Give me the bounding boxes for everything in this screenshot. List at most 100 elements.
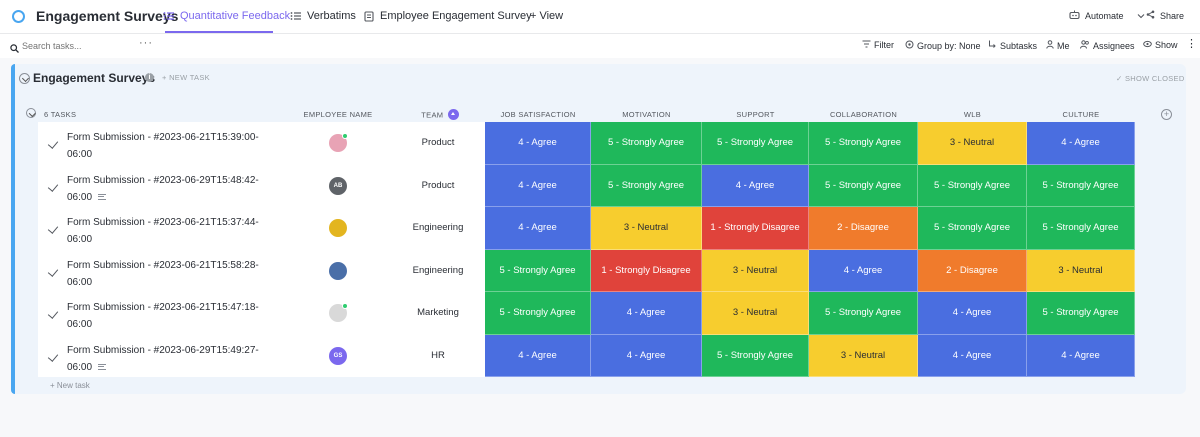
rating-cell[interactable]: 4 - Agree: [485, 164, 591, 207]
table-row[interactable]: Form Submission - #2023-06-21T15:47:18- 0…: [38, 292, 1135, 335]
avatar[interactable]: GS: [329, 346, 347, 365]
avatar[interactable]: AB: [329, 176, 347, 195]
rating-cell[interactable]: 4 - Agree: [918, 292, 1027, 335]
rating-cell[interactable]: 4 - Agree: [591, 334, 702, 377]
column-header-collaboration[interactable]: COLLABORATION: [809, 110, 918, 119]
rating-cell[interactable]: 5 - Strongly Agree: [702, 334, 809, 377]
rating-cell[interactable]: 3 - Neutral: [1027, 249, 1135, 292]
complete-checkmark-icon[interactable]: [47, 350, 59, 362]
avatar[interactable]: [329, 303, 348, 322]
rating-cell[interactable]: 5 - Strongly Agree: [809, 292, 918, 335]
rating-cell[interactable]: 4 - Agree: [591, 292, 702, 335]
rating-cell[interactable]: 5 - Strongly Agree: [809, 164, 918, 207]
filter-button[interactable]: Filter: [862, 40, 894, 50]
description-icon: [98, 193, 107, 200]
rating-cell[interactable]: 5 - Strongly Agree: [809, 122, 918, 165]
rating-cell[interactable]: 4 - Agree: [485, 207, 591, 250]
rating-cell[interactable]: 4 - Agree: [809, 249, 918, 292]
collapse-group-button[interactable]: [19, 73, 30, 84]
sort-ascending-icon[interactable]: [447, 109, 459, 120]
team-cell[interactable]: HR: [398, 350, 478, 361]
rating-cell[interactable]: 1 - Strongly Disagree: [591, 249, 702, 292]
info-icon[interactable]: i: [145, 73, 154, 82]
table-row[interactable]: Form Submission - #2023-06-21T15:39:00- 0…: [38, 122, 1135, 165]
column-header-support[interactable]: SUPPORT: [702, 110, 809, 119]
rating-cell[interactable]: 5 - Strongly Agree: [1027, 164, 1135, 207]
rating-cell[interactable]: 3 - Neutral: [591, 207, 702, 250]
show-closed-button[interactable]: ✓ SHOW CLOSED: [1116, 74, 1185, 83]
column-header-culture[interactable]: CULTURE: [1027, 110, 1135, 119]
me-filter-button[interactable]: Me: [1046, 40, 1070, 51]
task-name[interactable]: Form Submission - #2023-06-29T15:49:27- 0…: [67, 342, 267, 376]
rating-cell[interactable]: 5 - Strongly Agree: [918, 164, 1027, 207]
task-name[interactable]: Form Submission - #2023-06-21T15:37:44- 0…: [67, 214, 267, 248]
more-options-icon[interactable]: ···: [139, 37, 153, 49]
rating-cell[interactable]: 2 - Disagree: [918, 249, 1027, 292]
team-cell[interactable]: Engineering: [398, 265, 478, 276]
avatar[interactable]: [329, 261, 347, 280]
avatar[interactable]: [329, 133, 348, 152]
assignees-button[interactable]: Assignees: [1080, 40, 1135, 51]
complete-checkmark-icon[interactable]: [47, 180, 59, 192]
rating-cell[interactable]: 4 - Agree: [1027, 334, 1135, 377]
table-row[interactable]: Form Submission - #2023-06-21T15:37:44- 0…: [38, 207, 1135, 250]
team-cell[interactable]: Product: [398, 137, 478, 148]
column-header-motivation[interactable]: MOTIVATION: [591, 110, 702, 119]
task-name[interactable]: Form Submission - #2023-06-21T15:58:28- 0…: [67, 257, 267, 291]
rating-cell[interactable]: 5 - Strongly Agree: [1027, 292, 1135, 335]
complete-checkmark-icon[interactable]: [47, 223, 59, 234]
rating-cell[interactable]: 3 - Neutral: [702, 249, 809, 292]
rating-cell[interactable]: 4 - Agree: [702, 164, 809, 207]
task-name[interactable]: Form Submission - #2023-06-21T15:39:00- 0…: [67, 129, 267, 163]
column-header-wlb[interactable]: WLB: [918, 110, 1027, 119]
column-header-employee[interactable]: EMPLOYEE NAME: [295, 110, 381, 119]
table-row[interactable]: Form Submission - #2023-06-29T15:49:27- 0…: [38, 334, 1135, 377]
rating-cell[interactable]: 3 - Neutral: [809, 334, 918, 377]
rating-cell[interactable]: 1 - Strongly Disagree: [702, 207, 809, 250]
rating-cell[interactable]: 4 - Agree: [918, 334, 1027, 377]
online-status-dot: [342, 133, 348, 139]
complete-checkmark-icon[interactable]: [47, 265, 59, 277]
table-row[interactable]: Form Submission - #2023-06-29T15:48:42- 0…: [38, 164, 1135, 207]
column-header-team[interactable]: TEAM: [400, 109, 480, 121]
rating-cell[interactable]: 5 - Strongly Agree: [485, 249, 591, 292]
rating-cell[interactable]: 5 - Strongly Agree: [485, 292, 591, 335]
rating-cell[interactable]: 5 - Strongly Agree: [591, 164, 702, 207]
team-cell[interactable]: Marketing: [398, 307, 478, 318]
eye-icon: [1143, 40, 1152, 50]
team-cell[interactable]: Product: [398, 180, 478, 191]
collapse-list-button[interactable]: [26, 108, 36, 118]
subtasks-button[interactable]: Subtasks: [988, 40, 1037, 51]
group-by-button[interactable]: Group by: None: [905, 40, 981, 51]
table-row[interactable]: Form Submission - #2023-06-21T15:58:28- 0…: [38, 249, 1135, 292]
rating-cell[interactable]: 3 - Neutral: [918, 122, 1027, 165]
task-name[interactable]: Form Submission - #2023-06-29T15:48:42- 0…: [67, 172, 267, 206]
complete-checkmark-icon[interactable]: [47, 308, 59, 319]
rating-cell[interactable]: 5 - Strongly Agree: [591, 122, 702, 165]
new-task-button[interactable]: + NEW TASK: [162, 73, 210, 82]
complete-checkmark-icon[interactable]: [47, 138, 59, 149]
avatar[interactable]: [329, 219, 347, 237]
show-button[interactable]: Show: [1143, 40, 1178, 50]
add-view-button[interactable]: + View: [530, 10, 563, 22]
rating-cell[interactable]: 2 - Disagree: [809, 207, 918, 250]
rating-cell[interactable]: 4 - Agree: [485, 334, 591, 377]
rating-cell[interactable]: 4 - Agree: [1027, 122, 1135, 165]
add-column-button[interactable]: +: [1161, 109, 1172, 120]
more-options-icon[interactable]: ⋮: [1186, 37, 1197, 50]
tab-verbatims[interactable]: Verbatims: [290, 10, 356, 22]
add-new-task-button[interactable]: + New task: [50, 381, 90, 390]
search-input[interactable]: [22, 38, 132, 54]
task-name[interactable]: Form Submission - #2023-06-21T15:47:18- 0…: [67, 299, 267, 333]
tab-quantitative-feedback[interactable]: Quantitative Feedback: [163, 10, 290, 22]
automate-button[interactable]: Automate: [1069, 10, 1145, 22]
column-header-job-satisfaction[interactable]: JOB SATISFACTION: [485, 110, 591, 119]
rating-cell[interactable]: 5 - Strongly Agree: [702, 122, 809, 165]
tab-employee-engagement-survey[interactable]: Employee Engagement Survey: [364, 10, 532, 22]
share-button[interactable]: Share: [1146, 10, 1184, 21]
team-cell[interactable]: Engineering: [398, 222, 478, 233]
rating-cell[interactable]: 3 - Neutral: [702, 292, 809, 335]
rating-cell[interactable]: 4 - Agree: [485, 122, 591, 165]
rating-cell[interactable]: 5 - Strongly Agree: [918, 207, 1027, 250]
rating-cell[interactable]: 5 - Strongly Agree: [1027, 207, 1135, 250]
